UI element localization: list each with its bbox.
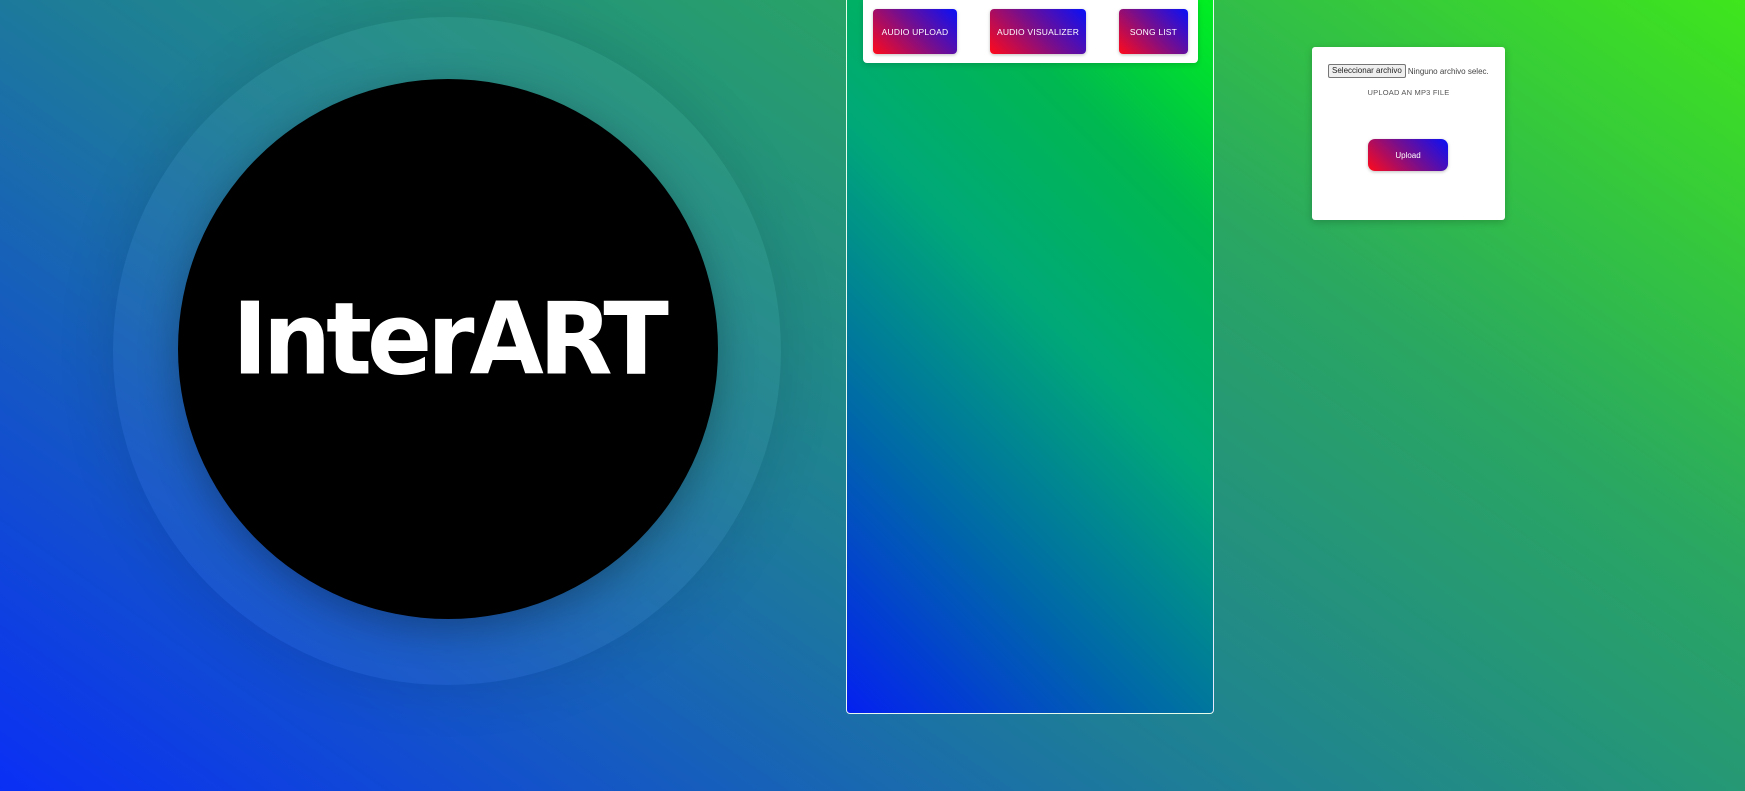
- nav-audio-visualizer-button[interactable]: AUDIO VISUALIZER: [990, 9, 1086, 54]
- main-panel: [846, 0, 1214, 714]
- logo-text: InterART: [232, 280, 669, 398]
- upload-button[interactable]: Upload: [1368, 139, 1448, 171]
- upload-label: UPLOAD AN MP3 FILE: [1367, 88, 1450, 97]
- nav-bar: AUDIO UPLOAD AUDIO VISUALIZER SONG LIST: [863, 0, 1198, 63]
- upload-card: Seleccionar archivo Ninguno archivo sele…: [1312, 47, 1505, 220]
- file-status-text: Ninguno archivo selec.: [1407, 66, 1489, 76]
- choose-file-button[interactable]: Seleccionar archivo: [1328, 64, 1406, 78]
- logo: InterART: [178, 79, 718, 619]
- nav-song-list-button[interactable]: SONG LIST: [1119, 9, 1188, 54]
- file-input: Seleccionar archivo Ninguno archivo sele…: [1328, 64, 1489, 78]
- nav-audio-upload-button[interactable]: AUDIO UPLOAD: [873, 9, 957, 54]
